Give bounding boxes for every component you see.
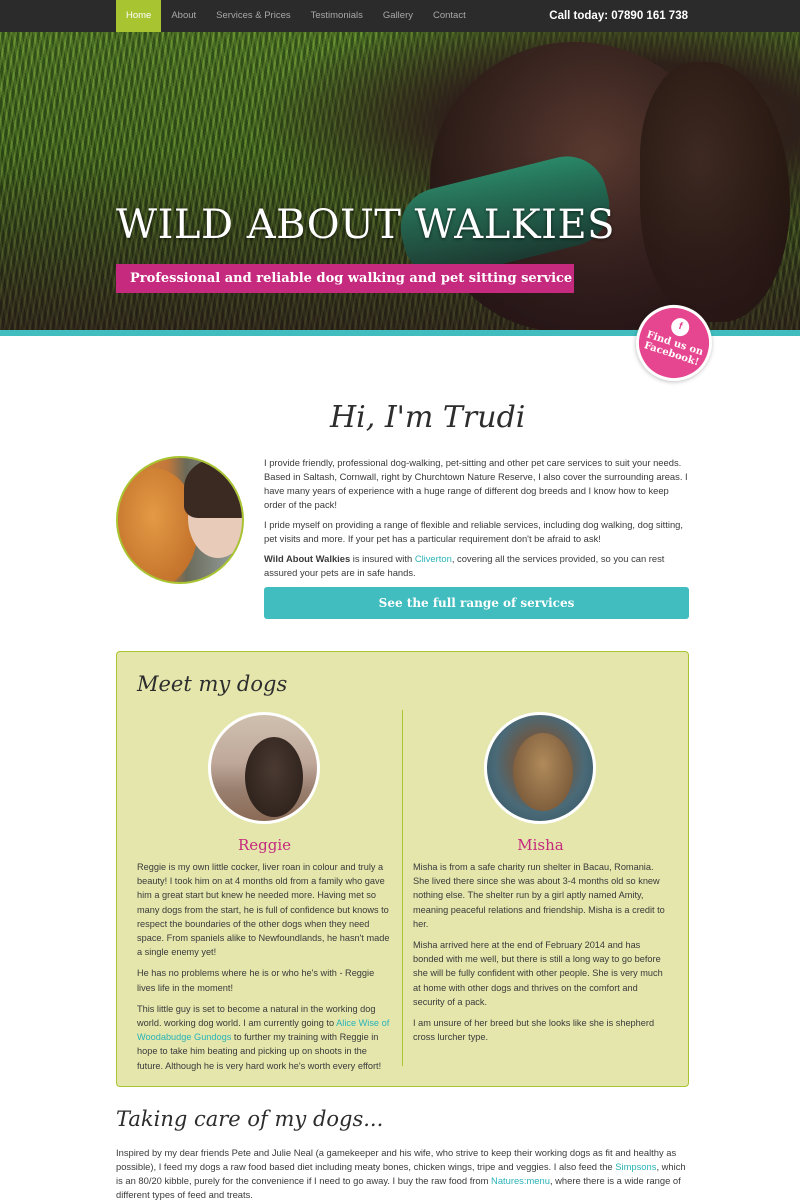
reggie-photo — [208, 712, 320, 824]
misha-dog-shape — [513, 733, 573, 811]
hero-banner: WILD ABOUT WALKIES Professional and reli… — [0, 32, 800, 330]
reggie-dog-shape — [245, 737, 303, 817]
nav-item-gallery[interactable]: Gallery — [373, 0, 423, 32]
care-text: Inspired by my dear friends Pete and Jul… — [116, 1146, 690, 1200]
reggie-name: Reggie — [237, 836, 292, 854]
care-text-pre: Inspired by my dear friends Pete and Jul… — [116, 1147, 677, 1172]
misha-description: Misha is from a safe charity run shelter… — [413, 860, 670, 1051]
paw-icon: f — [668, 315, 692, 339]
brand-name: Wild About Walkies — [264, 553, 351, 564]
nav-item-home[interactable]: Home — [116, 0, 162, 32]
misha-name: Misha — [517, 836, 564, 854]
avatar-hair-shape — [184, 458, 242, 518]
nav-item-services-prices[interactable]: Services & Prices — [206, 0, 300, 32]
nav-item-testimonials[interactable]: Testimonials — [301, 0, 373, 32]
site-tagline: Professional and reliable dog walking an… — [116, 264, 574, 293]
meet-my-dogs-panel: Meet my dogs Reggie Reggie is my own lit… — [116, 651, 689, 1087]
nav-item-contact[interactable]: Contact — [423, 0, 476, 32]
reggie-description: Reggie is my own little cocker, liver ro… — [137, 860, 394, 1080]
intro-heading: Hi, I'm Trudi — [330, 400, 526, 435]
natures-menu-link[interactable]: Natures:menu — [491, 1175, 550, 1186]
nav-menu: Home About Services & Prices Testimonial… — [116, 0, 476, 32]
intro-paragraph-2: I pride myself on providing a range of f… — [264, 519, 683, 544]
misha-paragraph-3: I am unsure of her breed but she looks l… — [413, 1018, 655, 1043]
reggie-paragraph-3: This little guy is set to become a natur… — [137, 1002, 394, 1073]
intro-p3-pre: is insured with — [350, 553, 415, 564]
simpsons-link[interactable]: Simpsons — [615, 1161, 656, 1172]
care-heading: Taking care of my dogs... — [116, 1107, 384, 1131]
misha-paragraph-1: Misha is from a safe charity run shelter… — [413, 862, 665, 929]
intro-paragraph-3: Wild About Walkies is insured with Clive… — [264, 552, 690, 580]
dogs-divider — [402, 710, 403, 1066]
intro-paragraph-1: I provide friendly, professional dog-wal… — [264, 457, 688, 510]
facebook-badge-text: Find us on Facebook! — [639, 329, 707, 370]
intro-text: I provide friendly, professional dog-wal… — [264, 456, 690, 586]
top-navbar: Home About Services & Prices Testimonial… — [0, 0, 800, 32]
dogs-heading: Meet my dogs — [137, 672, 288, 696]
services-button[interactable]: See the full range of services — [264, 587, 689, 619]
reggie-paragraph-1: Reggie is my own little cocker, liver ro… — [137, 862, 390, 958]
reggie-paragraph-2: He has no problems where he is or who he… — [137, 968, 375, 993]
misha-photo — [484, 712, 596, 824]
cliverton-link[interactable]: Cliverton — [415, 553, 452, 564]
phone-number: Call today: 07890 161 738 — [549, 10, 688, 22]
misha-paragraph-2: Misha arrived here at the end of Februar… — [413, 940, 663, 1007]
site-title: WILD ABOUT WALKIES — [116, 202, 616, 248]
nav-item-about[interactable]: About — [161, 0, 206, 32]
trudi-avatar — [116, 456, 244, 584]
